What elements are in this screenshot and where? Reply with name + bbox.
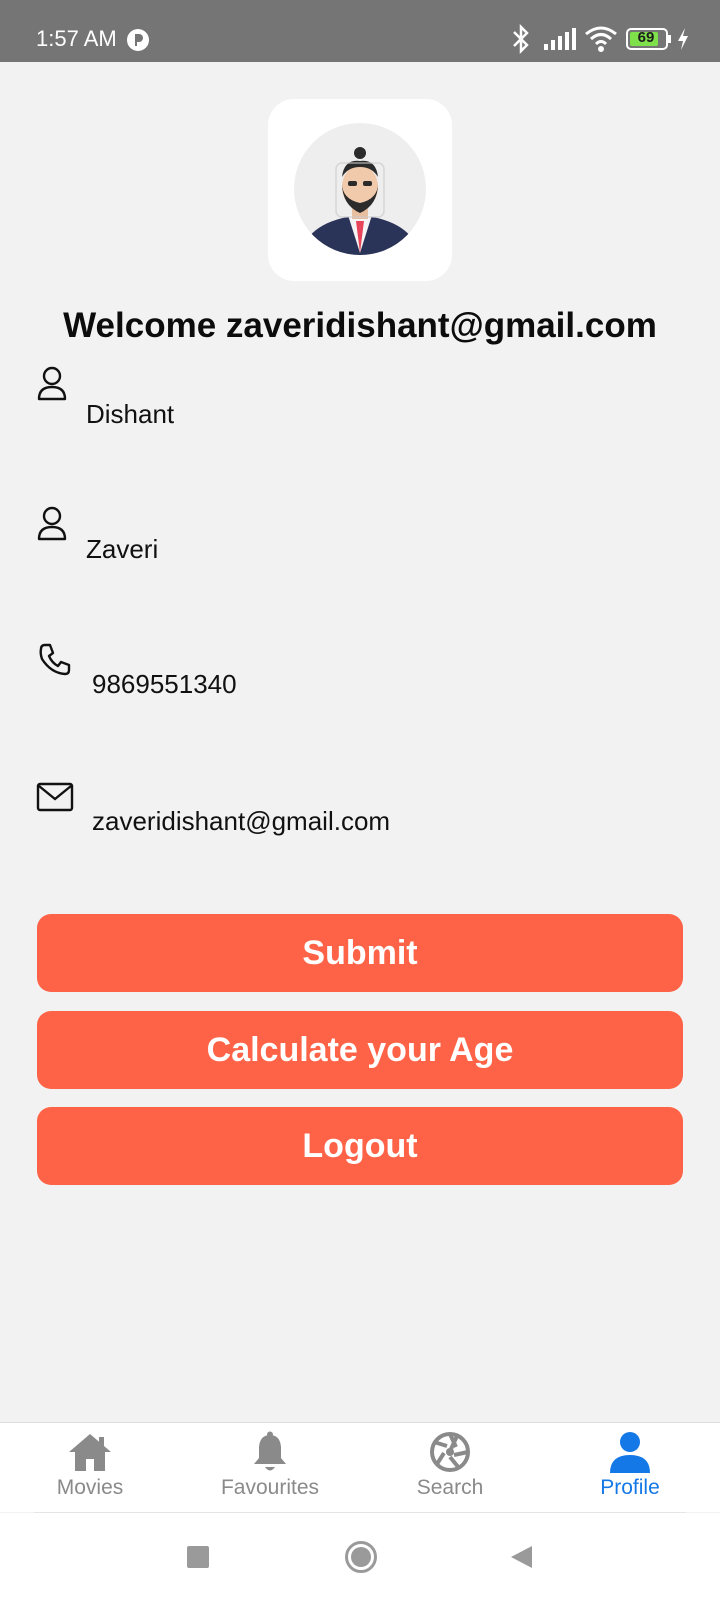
app-notification-icon [126,28,150,52]
nav-label-movies: Movies [56,1476,124,1499]
logout-button[interactable]: Logout [37,1107,683,1185]
battery-icon: 69 [626,28,672,50]
wifi-icon [585,26,617,52]
first-name-field[interactable]: Dishant [86,398,174,430]
nav-label-favourites: Favourites [220,1476,320,1499]
back-button-icon[interactable] [508,1544,534,1570]
status-time: 1:57 AM [36,26,117,51]
system-nav-bar [0,1513,720,1600]
nav-item-movies[interactable]: Movies [0,1423,180,1513]
charging-icon [678,28,688,50]
battery-level: 69 [637,29,655,46]
aperture-icon [430,1432,470,1472]
status-icons: 69 [510,24,690,54]
status-bar: 1:57 AM 69 [0,0,720,62]
avatar [294,123,426,255]
welcome-heading: Welcome zaveridishant@gmail.com [63,306,657,345]
signal-icon [544,28,576,50]
person-icon [37,366,67,401]
submit-button[interactable]: Submit [37,914,683,992]
recents-button-icon[interactable] [186,1545,210,1569]
person-icon [37,506,67,541]
home-icon [69,1434,111,1471]
person-icon [610,1432,650,1473]
nav-item-search[interactable]: Search [360,1423,540,1513]
nav-item-favourites[interactable]: Favourites [180,1423,360,1513]
phone-field[interactable]: 9869551340 [92,668,237,700]
bell-icon [254,1431,286,1471]
avatar-card[interactable] [268,99,452,281]
mail-icon [36,782,74,812]
nav-label-profile: Profile [600,1476,660,1499]
bluetooth-icon [513,24,529,54]
email-field[interactable]: zaveridishant@gmail.com [92,805,390,837]
bottom-nav: Movies Favourites Search Profile [0,1422,720,1512]
phone-icon [39,643,71,676]
nav-label-search: Search [416,1476,484,1499]
nav-item-profile[interactable]: Profile [540,1423,720,1513]
home-button-icon[interactable] [344,1540,378,1574]
last-name-field[interactable]: Zaveri [86,533,158,565]
calculate-age-button[interactable]: Calculate your Age [37,1011,683,1089]
